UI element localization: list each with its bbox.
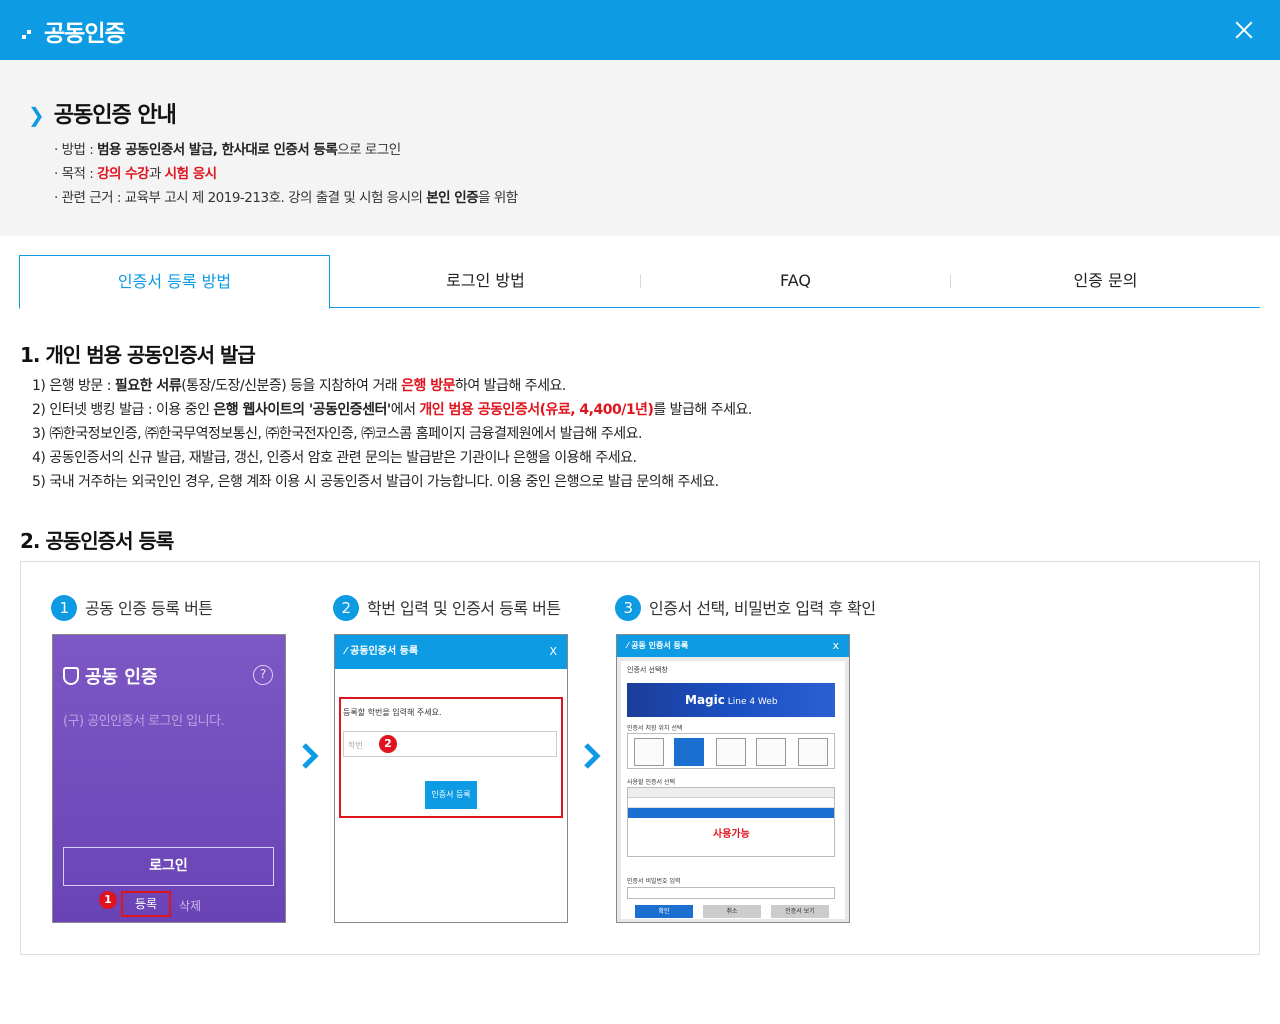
shot2-id-input: 학번 xyxy=(343,731,557,757)
shot3-cancel-button: 취소 xyxy=(703,905,761,918)
shot1-register-button: 등록 xyxy=(121,891,171,917)
shot1-delete-button: 삭제 xyxy=(179,899,202,913)
shot3-body: 인증서 선택창 Magic Line 4 Web 인증서 저장 위치 선택 사용… xyxy=(621,661,845,919)
storage-icon xyxy=(634,738,664,766)
close-icon[interactable] xyxy=(1232,18,1256,42)
section1-title: 1. 개인 범용 공동인증서 발급 xyxy=(20,343,256,367)
window-title: 공동인증 xyxy=(22,14,126,48)
storage-icon xyxy=(674,738,704,766)
storage-icon xyxy=(716,738,746,766)
chevron-right-icon: ❯ xyxy=(28,103,45,127)
guide-basis: · 관련 근거 : 교육부 고시 제 2019-213호. 강의 출결 및 시험… xyxy=(54,190,518,206)
shot3-certs-label: 사용할 인증서 선택 xyxy=(627,779,675,786)
shot1-subtitle: (구) 공인인증서 로그인 입니다. xyxy=(63,714,225,729)
tab-bar: 인증서 등록 방법 로그인 방법 FAQ 인증 문의 xyxy=(19,255,1261,309)
shot3-location-label: 인증서 저장 위치 선택 xyxy=(627,725,683,732)
arrow-right-icon xyxy=(584,743,601,769)
guide-purpose: · 목적 : 강의 수강과 시험 응시 xyxy=(54,166,217,182)
shot3-select-label: 인증서 선택창 xyxy=(627,666,668,674)
step-1-label: 1 공동 인증 등록 버튼 xyxy=(51,595,213,621)
tab-faq[interactable]: FAQ xyxy=(640,255,951,308)
header-bar: 공동인증 xyxy=(0,0,1280,60)
tab-cert-registration[interactable]: 인증서 등록 방법 xyxy=(19,255,330,309)
step-3-label: 3 인증서 선택, 비밀번호 입력 후 확인 xyxy=(615,595,876,621)
title-mark-icon xyxy=(22,26,36,42)
list-item: 4) 공동인증서의 신규 발급, 재발급, 갱신, 인증서 암호 관련 문의는 … xyxy=(32,450,637,466)
shot2-header: ⁄ 공동인증서 등록 X xyxy=(335,635,567,669)
shot1-title: 공동 인증 xyxy=(63,663,158,689)
magicline-banner: Magic Line 4 Web xyxy=(627,683,835,717)
shot3-password-input xyxy=(627,887,835,899)
tab-inquiry[interactable]: 인증 문의 xyxy=(950,255,1261,308)
list-item: 2) 인터넷 뱅킹 발급 : 이용 중인 은행 웹사이트의 '공동인증센터'에서… xyxy=(32,402,752,418)
shot2-register-button: 인증서 등록 xyxy=(425,781,477,809)
step-badge-1: 1 xyxy=(99,891,117,909)
arrow-right-icon xyxy=(302,743,319,769)
shot3-view-button: 인증서 보기 xyxy=(771,905,829,918)
shot3-ok-button: 확인 xyxy=(635,905,693,918)
cert-table xyxy=(627,787,835,857)
shot1-login-button: 로그인 xyxy=(63,847,274,886)
storage-icon xyxy=(798,738,828,766)
storage-icons xyxy=(627,733,835,769)
step-2-label: 2 학번 입력 및 인증서 등록 버튼 xyxy=(333,595,561,621)
guide-title: ❯ 공동인증 안내 xyxy=(28,103,177,128)
shot2-label: 등록할 학번을 입력해 주세요. xyxy=(343,708,442,717)
shot3-available-label: 사용가능 xyxy=(713,829,750,840)
storage-icon xyxy=(756,738,786,766)
step-1-screenshot: 공동 인증 ? (구) 공인인증서 로그인 입니다. 로그인 1 등록 삭제 xyxy=(52,634,286,923)
list-item: 1) 은행 방문 : 필요한 서류(통장/도장/신분증) 등을 지참하여 거래 … xyxy=(32,378,566,394)
step-3-screenshot: ⁄ 공동 인증서 등록 x 인증서 선택창 Magic Line 4 Web 인증… xyxy=(616,634,850,923)
guide-box: ❯ 공동인증 안내 · 방법 : 범용 공동인증서 발급, 한사대로 인증서 등록… xyxy=(0,60,1280,236)
step-2-screenshot: ⁄ 공동인증서 등록 X 등록할 학번을 입력해 주세요. 학번 2 인증서 등록 xyxy=(334,634,568,923)
step-badge-2: 2 xyxy=(379,735,397,753)
tab-login-method[interactable]: 로그인 방법 xyxy=(330,255,641,308)
section2-title: 2. 공동인증서 등록 xyxy=(20,529,174,553)
section1-list: 1) 은행 방문 : 필요한 서류(통장/도장/신분증) 등을 지참하여 거래 … xyxy=(32,376,752,496)
steps-panel: 1 공동 인증 등록 버튼 2 학번 입력 및 인증서 등록 버튼 3 인증서 선택,… xyxy=(20,561,1260,955)
list-item: 3) ㈜한국정보인증, ㈜한국무역정보통신, ㈜한국전자인증, ㈜코스콤 홈페이… xyxy=(32,426,642,442)
guide-method: · 방법 : 범용 공동인증서 발급, 한사대로 인증서 등록으로 로그인 xyxy=(54,142,401,158)
shot3-pw-label: 인증서 비밀번호 입력 xyxy=(627,878,681,885)
shot3-header: ⁄ 공동 인증서 등록 x xyxy=(617,635,849,657)
shield-icon xyxy=(63,667,79,685)
list-item: 5) 국내 거주하는 외국인인 경우, 은행 계좌 이용 시 공동인증서 발급이… xyxy=(32,474,719,490)
help-icon: ? xyxy=(253,665,273,685)
